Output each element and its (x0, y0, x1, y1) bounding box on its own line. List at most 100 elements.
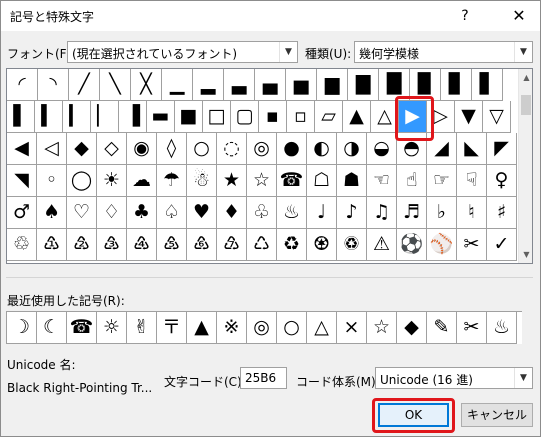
symbol-cell[interactable]: ▊ (441, 69, 472, 101)
symbol-cell[interactable]: ♴ (67, 229, 97, 261)
symbol-cell[interactable]: ◇ (97, 133, 127, 165)
symbol-cell[interactable]: ◁ (37, 133, 67, 165)
symbol-cell[interactable]: █ (379, 69, 410, 101)
symbol-cell[interactable]: ▷ (427, 101, 455, 133)
recent-symbol-cell[interactable]: ☆ (367, 312, 397, 344)
recent-symbol-cell[interactable]: ☼ (97, 312, 127, 344)
symbol-cell[interactable]: ♫ (367, 197, 397, 229)
symbol-cell[interactable]: ▫ (287, 101, 315, 133)
symbol-cell[interactable]: ♂ (7, 197, 37, 229)
symbol-cell[interactable]: ⚽ (397, 229, 427, 261)
char-code-input[interactable]: 25B6 (240, 367, 287, 389)
symbol-cell[interactable]: ╲ (100, 69, 131, 101)
from-dropdown[interactable]: Unicode (16 進) ▼ (375, 367, 533, 389)
symbol-cell[interactable]: ▏ (91, 101, 119, 133)
symbol-cell[interactable]: ▎ (63, 101, 91, 133)
recent-symbol-cell[interactable]: ✌ (127, 312, 157, 344)
symbol-cell[interactable]: ■ (175, 101, 203, 133)
symbol-cell[interactable]: ▪ (259, 101, 287, 133)
symbol-cell[interactable]: ▁ (162, 69, 193, 101)
symbol-cell[interactable]: ☖ (307, 165, 337, 197)
symbol-cell[interactable]: ♩ (307, 197, 337, 229)
symbol-cell[interactable]: ◝ (38, 69, 69, 101)
symbol-cell[interactable]: ╱ (69, 69, 100, 101)
symbol-cell[interactable]: ▄ (255, 69, 286, 101)
symbol-cell[interactable]: ☆ (247, 165, 277, 197)
symbol-cell[interactable]: ▂ (193, 69, 224, 101)
symbol-cell[interactable]: ☜ (367, 165, 397, 197)
symbol-cell[interactable]: ♻ (277, 229, 307, 261)
symbol-cell[interactable]: ◢ (427, 133, 457, 165)
symbol-cell[interactable]: ▼ (455, 101, 483, 133)
symbol-cell[interactable]: ♺ (247, 229, 277, 261)
symbol-cell[interactable]: ◐ (307, 133, 337, 165)
symbol-cell[interactable]: ♦ (217, 197, 247, 229)
symbol-grid-scrollbar[interactable]: ▲ ▼ (518, 69, 532, 263)
symbol-cell[interactable]: ♮ (457, 197, 487, 229)
symbol-cell[interactable]: ☂ (157, 165, 187, 197)
recent-symbol-cell[interactable]: ☾ (37, 312, 67, 344)
recent-symbol-cell[interactable]: ☎ (67, 312, 97, 344)
symbol-cell[interactable]: ▅ (286, 69, 317, 101)
symbol-cell[interactable]: ♧ (247, 197, 277, 229)
symbol-cell[interactable]: ▍ (35, 101, 63, 133)
font-dropdown[interactable]: (現在選択されているフォント) ▼ (67, 41, 298, 63)
symbol-cell[interactable]: ◒ (367, 133, 397, 165)
symbol-cell[interactable]: ♀ (487, 165, 517, 197)
symbol-cell[interactable]: ▆ (317, 69, 348, 101)
recent-symbol-cell[interactable]: × (337, 312, 367, 344)
recent-symbol-cell[interactable]: ○ (277, 312, 307, 344)
symbol-cell[interactable]: ▐ (119, 101, 147, 133)
symbol-cell[interactable]: ▃ (224, 69, 255, 101)
symbol-cell[interactable]: ▽ (483, 101, 511, 133)
symbol-cell[interactable]: ♼ (307, 229, 337, 261)
symbol-cell[interactable]: ╳ (131, 69, 162, 101)
symbol-cell[interactable]: ▶ (399, 101, 427, 133)
symbol-cell[interactable]: ♹ (217, 229, 247, 261)
symbol-cell[interactable]: ♪ (337, 197, 367, 229)
symbol-cell[interactable]: ▱ (315, 101, 343, 133)
symbol-cell[interactable]: ▇ (348, 69, 379, 101)
symbol-cell[interactable]: ⚠ (367, 229, 397, 261)
symbol-cell[interactable]: ◦ (37, 165, 67, 197)
symbol-cell[interactable]: ◑ (337, 133, 367, 165)
symbol-cell[interactable]: ☁ (127, 165, 157, 197)
recent-symbol-cell[interactable]: ✂ (457, 312, 487, 344)
symbol-cell[interactable]: ▉ (410, 69, 441, 101)
symbol-cell[interactable]: ☃ (187, 165, 217, 197)
close-button[interactable]: ✕ (506, 4, 532, 28)
symbol-cell[interactable]: ◌ (217, 133, 247, 165)
symbol-cell[interactable]: ▬ (147, 101, 175, 133)
symbol-cell[interactable]: ♯ (487, 197, 517, 229)
symbol-cell[interactable]: ♭ (427, 197, 457, 229)
symbol-cell[interactable]: ☎ (277, 165, 307, 197)
recent-symbol-cell[interactable]: ♨ (487, 312, 517, 344)
symbol-cell[interactable]: ▌ (7, 101, 35, 133)
symbol-cell[interactable]: ◥ (7, 165, 37, 197)
symbol-cell[interactable]: ☀ (97, 165, 127, 197)
recent-symbol-cell[interactable]: ◆ (397, 312, 427, 344)
recent-symbols[interactable]: ☽ ☾ ☎ ☼ ✌ 〒 ▲ ※ ◎ ○ △ × ☆ ◆ ✎ ✂ ♨ (6, 311, 522, 344)
scroll-up-icon[interactable]: ▲ (519, 69, 532, 86)
symbol-cell[interactable]: ♸ (187, 229, 217, 261)
recent-symbol-cell[interactable]: ▲ (187, 312, 217, 344)
help-button[interactable]: ? (453, 4, 477, 28)
recent-symbol-cell[interactable]: ✎ (427, 312, 457, 344)
symbol-cell[interactable]: ▲ (343, 101, 371, 133)
symbol-cell[interactable]: ♵ (97, 229, 127, 261)
symbol-cell[interactable]: ☝ (397, 165, 427, 197)
symbol-cell[interactable]: ○ (187, 133, 217, 165)
symbol-cell[interactable]: ♤ (157, 197, 187, 229)
subset-dropdown[interactable]: 幾何学模様 ▼ (354, 41, 533, 63)
symbol-cell[interactable]: ♬ (397, 197, 427, 229)
symbol-cell[interactable]: △ (371, 101, 399, 133)
symbol-cell[interactable]: ◓ (397, 133, 427, 165)
symbol-cell[interactable]: ☞ (427, 165, 457, 197)
symbol-cell[interactable]: □ (203, 101, 231, 133)
symbol-cell[interactable]: ◤ (487, 133, 517, 165)
symbol-cell[interactable]: ◣ (457, 133, 487, 165)
scroll-down-icon[interactable]: ▼ (519, 246, 532, 263)
symbol-cell[interactable]: ◎ (247, 133, 277, 165)
symbol-cell[interactable]: ♡ (67, 197, 97, 229)
recent-symbol-cell[interactable]: ☽ (7, 312, 37, 344)
